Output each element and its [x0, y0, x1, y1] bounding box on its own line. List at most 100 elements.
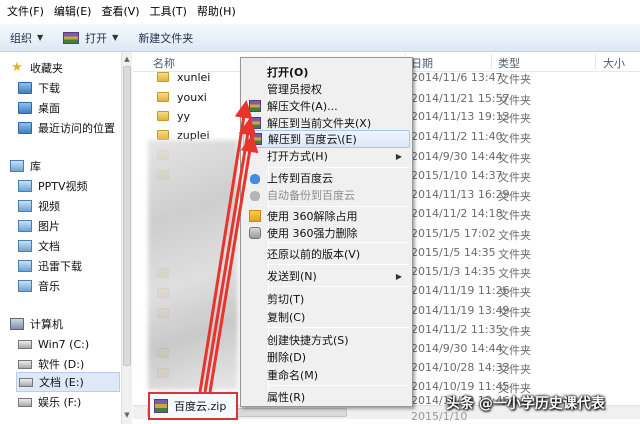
- menu-label: 解压到当前文件夹(X): [267, 117, 372, 130]
- menu-extract-to[interactable]: 解压到 百度云\(E): [243, 130, 410, 148]
- file-date: 2015/1/5 17:02: [411, 227, 496, 240]
- menu-extract-files[interactable]: 解压文件(A)...: [243, 97, 410, 115]
- file-type: 文件夹: [498, 363, 531, 376]
- nav-drive-e[interactable]: 文档 (E:): [16, 372, 120, 392]
- menu-rename[interactable]: 重命名(M): [243, 366, 410, 384]
- menu-open-with[interactable]: 打开方式(H) ▶: [243, 147, 410, 165]
- nav-computer[interactable]: 计算机: [10, 314, 63, 334]
- file-date: 2015/1/10 14:37: [411, 169, 503, 182]
- menu-label: 发送到(N): [267, 270, 317, 283]
- menu-separator: [269, 264, 409, 265]
- menu-360-unlock[interactable]: 使用 360解除占用: [243, 207, 410, 225]
- file-date: 2014/11/21 15:57: [411, 92, 510, 105]
- file-name: xunlei: [177, 70, 211, 84]
- nav-xunlei[interactable]: 迅雷下载: [18, 256, 82, 276]
- scroll-down-arrow-icon[interactable]: ▼: [123, 410, 131, 420]
- menu-admin[interactable]: 管理员授权: [243, 80, 410, 98]
- file-type: 文件夹: [498, 94, 531, 107]
- nav-label: 迅雷下载: [38, 260, 82, 273]
- file-date: 2015/1/3 14:35: [411, 265, 496, 278]
- blurred-filenames: [148, 140, 238, 390]
- nav-drive-d[interactable]: 软件 (D:): [18, 354, 84, 374]
- nav-pptv[interactable]: PPTV视频: [18, 176, 88, 196]
- nav-label: 收藏夹: [30, 62, 63, 75]
- file-date: 2014/11/13 16:29: [411, 188, 510, 201]
- music-library-icon: [18, 280, 32, 292]
- nav-label: 库: [30, 160, 41, 173]
- file-date: 2014/9/30 14:44: [411, 342, 503, 355]
- nav-scrollbar-thumb[interactable]: [123, 66, 131, 366]
- menu-label: 删除(D): [267, 351, 307, 364]
- menu-view[interactable]: 查看(V): [96, 0, 144, 24]
- organize-button[interactable]: 组织 ▼: [0, 24, 53, 52]
- folder-icon: [157, 111, 169, 121]
- menu-restore-version[interactable]: 还原以前的版本(V): [243, 245, 410, 263]
- menu-delete[interactable]: 删除(D): [243, 348, 410, 366]
- open-label: 打开: [85, 31, 108, 45]
- nav-label: 图片: [38, 220, 60, 233]
- nav-documents[interactable]: 文档: [18, 236, 60, 256]
- menu-create-shortcut[interactable]: 创建快捷方式(S): [243, 331, 410, 349]
- menu-file[interactable]: 文件(F): [2, 0, 49, 24]
- nav-drive-f[interactable]: 娱乐 (F:): [18, 392, 81, 412]
- scroll-up-arrow-icon[interactable]: ▲: [123, 54, 131, 64]
- nav-library[interactable]: 库: [10, 156, 41, 176]
- column-type[interactable]: 类型: [498, 55, 520, 71]
- nav-favorites[interactable]: ★ 收藏夹: [10, 58, 63, 78]
- nav-music[interactable]: 音乐: [18, 276, 60, 296]
- nav-recent[interactable]: 最近访问的位置: [18, 118, 115, 138]
- new-folder-button[interactable]: 新建文件夹: [128, 24, 203, 52]
- navigation-pane: ★ 收藏夹 下载 桌面 最近访问的位置 库 PPTV视频 视频 图片 文档 迅雷…: [0, 52, 132, 424]
- file-type: 文件夹: [498, 112, 531, 125]
- file-date: 2014/11/13 19:13: [411, 110, 510, 123]
- menu-send-to[interactable]: 发送到(N) ▶: [243, 267, 410, 285]
- nav-label: 文档: [38, 240, 60, 253]
- menu-label: 创建快捷方式(S): [267, 334, 349, 347]
- folder-icon: [157, 130, 169, 140]
- column-size[interactable]: 大小: [603, 55, 625, 71]
- nav-label: 文档 (E:): [39, 376, 84, 389]
- menu-copy[interactable]: 复制(C): [243, 308, 410, 326]
- menu-label: 重命名(M): [267, 369, 319, 382]
- menu-properties[interactable]: 属性(R): [243, 388, 410, 406]
- file-type: 文件夹: [498, 306, 531, 319]
- folder-unlock-icon: [249, 210, 261, 222]
- nav-desktop[interactable]: 桌面: [18, 98, 60, 118]
- menu-tools[interactable]: 工具(T): [145, 0, 192, 24]
- menu-bar: 文件(F) 编辑(E) 查看(V) 工具(T) 帮助(H): [0, 0, 640, 24]
- menu-upload-baidu[interactable]: 上传到百度云: [243, 169, 410, 187]
- nav-pictures[interactable]: 图片: [18, 216, 60, 236]
- file-type: 文件夹: [498, 248, 531, 261]
- open-button[interactable]: 打开 ▼: [53, 24, 128, 52]
- file-type: 文件夹: [498, 152, 531, 165]
- cloud-backup-icon: [249, 189, 261, 201]
- menu-edit[interactable]: 编辑(E): [49, 0, 97, 24]
- column-date[interactable]: 日期: [411, 55, 433, 71]
- nav-label: 音乐: [38, 280, 60, 293]
- file-type: 文件夹: [498, 344, 531, 357]
- file-date: 2014/10/19 11:45: [411, 380, 510, 393]
- nav-drive-c[interactable]: Win7 (C:): [18, 334, 89, 354]
- file-row[interactable]: yy: [157, 107, 190, 125]
- library-icon: [10, 160, 24, 172]
- recent-places-icon: [18, 122, 32, 134]
- nav-scrollbar[interactable]: ▲ ▼: [121, 52, 132, 424]
- chevron-down-icon: ▼: [112, 33, 119, 42]
- zip-file-item[interactable]: 百度云.zip: [148, 392, 238, 420]
- nav-downloads[interactable]: 下载: [18, 78, 60, 98]
- menu-label: 解压文件(A)...: [267, 100, 338, 113]
- nav-label: 娱乐 (F:): [38, 396, 82, 409]
- submenu-arrow-icon: ▶: [395, 271, 402, 281]
- computer-icon: [10, 318, 24, 330]
- file-date: 2014/11/2 11:35: [411, 323, 503, 336]
- menu-open[interactable]: 打开(O): [243, 63, 410, 81]
- file-row[interactable]: youxi: [157, 88, 207, 106]
- desktop-icon: [18, 102, 32, 114]
- nav-label: PPTV视频: [38, 180, 88, 193]
- menu-help[interactable]: 帮助(H): [192, 0, 241, 24]
- nav-videos[interactable]: 视频: [18, 196, 60, 216]
- menu-360-force-delete[interactable]: 使用 360强力删除: [243, 224, 410, 242]
- file-row[interactable]: xunlei: [157, 68, 210, 86]
- menu-separator: [269, 242, 409, 243]
- menu-cut[interactable]: 剪切(T): [243, 290, 410, 308]
